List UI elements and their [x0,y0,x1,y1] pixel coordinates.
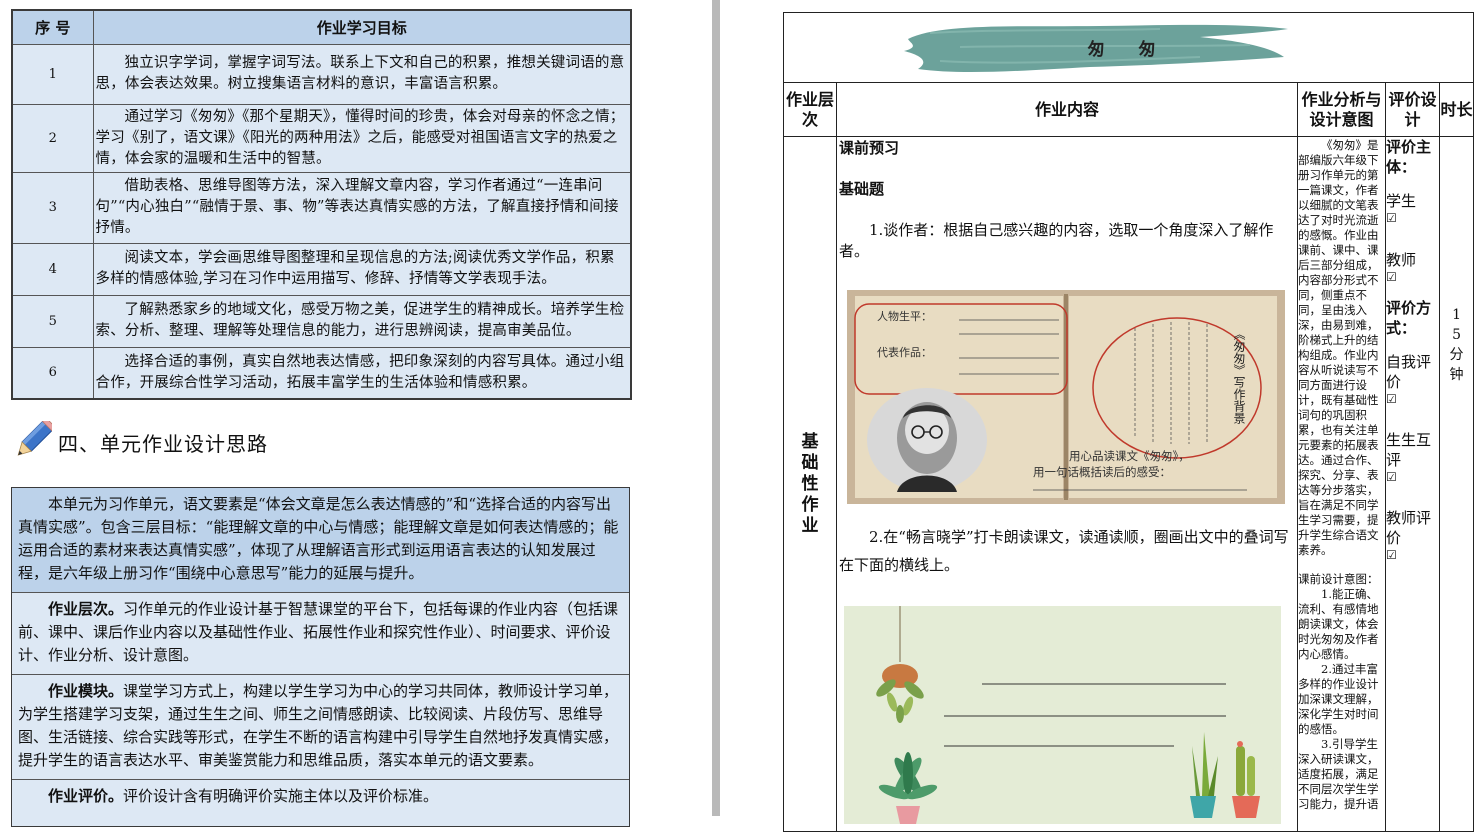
table-row: 5 了解熟悉家乡的地域文化，感受万物之美，促进学生的精神成长。培养学生检索、分析… [11,294,632,348]
question-2: 2.在“畅言晓学”打卡朗读课文，读通读顺，圈画出文中的叠词写在下面的横线上。 [839,528,1289,574]
pre-class-heading: 课前预习 [839,139,900,157]
modules-paragraph: 作业模块。课堂学习方式上，构建以学生学习为中心的学习共同体，教师设计学习单，为学… [12,675,629,780]
pencil-icon [17,421,52,456]
goal-text: 了解熟悉家乡的地域文化，感受万物之美，促进学生的精神成长。培养学生检索、分析、整… [92,294,632,348]
checkbox-icon[interactable]: ☑ [1386,548,1439,562]
row-number: 1 [11,43,94,105]
works-label: 代表作品： [877,345,932,359]
homework-design-table: 匆 匆 作业层次 作业内容 作业分析与设计意图 评价设计 时长 基 础 性 作 … [782,12,1475,832]
evaluator-teacher: 教师 [1386,251,1417,269]
table-row: 1 独立识字学词，掌握字词写法。联系上下文和自己的积累，推想关键词语的意思，体会… [11,43,632,105]
title-banner-cell: 匆 匆 [782,12,1475,83]
table-header-row: 作业层次 作业内容 作业分析与设计意图 评价设计 时长 [783,82,1475,137]
table-row: 2 通过学习《匆匆》《那个星期天》，懂得时间的珍贵，体会对母亲的怀念之情；学习《… [11,103,632,173]
intro-paragraph: 本单元为习作单元，语文要素是“体会文章是怎么表达情感的”和“选择合适的内容写出真… [12,488,629,593]
row-number: 6 [11,346,94,400]
levels-paragraph: 作业层次。习作单元的作业设计基于智慧课堂的平台下，包括每课的作业内容（包括课前、… [12,593,629,675]
levels-label: 作业层次。 [48,600,124,618]
row-number: 3 [11,171,94,244]
section-heading: 四、单元作业设计思路 [12,420,612,464]
intent-item-2: 2.通过丰富多样的作业设计加深课文理解，深化学生对时间的感悟。 [1298,662,1379,736]
evaluation-subject-label: 评价主体： [1386,138,1432,176]
prompt-line-2: 用一句话概括读后的感受： [1033,465,1171,479]
section-title: 四、单元作业设计思路 [58,431,268,456]
evaluation-cell: 评价主体： 学生 ☑ 教师 ☑ 评价方式： 自我评价 ☑ 生生互评 ☑ 教师评价… [1385,136,1440,832]
header-evaluation: 评价设计 [1385,82,1440,137]
intent-item-1: 1.能正确、流利、有感情地朗读课文，体会时光匆匆及作者内心感情。 [1298,587,1379,661]
goal-text: 选择合适的事例，真实自然地表达情感，把印象深刻的内容写具体。通过小组合作，开展综… [92,346,632,400]
row-number: 4 [11,242,94,296]
header-time: 时长 [1438,82,1475,137]
content-cell: 课前预习 基础题 1.谈作者：根据自己感兴趣的内容，选取一个角度深入了解作者。 … [836,136,1298,832]
right-document-page: 匆 匆 作业层次 作业内容 作业分析与设计意图 评价设计 时长 基 础 性 作 … [720,0,1483,832]
time-cell: 15分钟 [1438,136,1475,832]
analysis-cell: 《匆匆》是部编版六年级下册习作单元的第一篇课文，作者以细腻的文笔表达了对时光流逝… [1297,136,1386,832]
question-1: 1.谈作者：根据自己感兴趣的内容，选取一个角度深入了解作者。 [839,221,1274,260]
header-analysis: 作业分析与设计意图 [1297,82,1386,137]
level-char: 基 [801,431,819,452]
left-document-page: 序 号 作业学习目标 1 独立识字学词，掌握字词写法。联系上下文和自己的积累，推… [0,0,712,827]
table-row: 4 阅读文本，学会画思维导图整理和呈现信息的方法;阅读优秀文学作品，积累多样的情… [11,242,632,296]
table-row: 6 选择合适的事例，真实自然地表达情感，把印象深刻的内容写具体。通过小组合作，开… [11,346,632,400]
column-header-number: 序 号 [11,9,94,45]
method-self: 自我评价 [1386,353,1432,391]
header-level: 作业层次 [783,82,837,137]
evaluation-text: 评价设计含有明确评价实施主体以及评价标准。 [123,787,439,805]
evaluation-paragraph: 作业评价。评价设计含有明确评价实施主体以及评价标准。 [12,780,629,815]
goal-text: 独立识字学词，掌握字词写法。联系上下文和自己的积累，推想关键词语的意思，体会表达… [92,43,632,105]
evaluator-student: 学生 [1386,192,1417,210]
level-char: 性 [801,473,819,494]
background-circle-title: 《匆匆》写作背景 [1232,328,1246,424]
intent-item-3: 3.引导学生深入研读课文，适度拓展，满足不同层次学生学习能力，提升语 [1298,737,1379,811]
banner-title: 匆 匆 [1087,40,1170,60]
plant-writing-area-illustration [844,606,1281,824]
duration-text: 15分钟 [1449,307,1464,383]
level-char: 础 [801,452,819,473]
table-header-row: 序 号 作业学习目标 [11,9,632,45]
checkbox-icon[interactable]: ☑ [1386,470,1439,484]
column-header-goal: 作业学习目标 [92,9,632,45]
checkbox-icon[interactable]: ☑ [1386,392,1439,406]
header-content: 作业内容 [836,82,1298,137]
author-card-illustration: 人物生平： 代表作品： 《匆匆》写作背景 用心品读课文《匆匆》， 用一句话概括读… [847,290,1285,504]
goal-text: 借助表格、思维导图等方法，深入理解文章内容，学习作者通过“一连串问句”“内心独白… [92,171,632,244]
method-teacher: 教师评价 [1386,509,1432,547]
modules-label: 作业模块。 [48,682,124,700]
level-char: 业 [801,515,819,536]
goal-text: 阅读文本，学会画思维导图整理和呈现信息的方法;阅读优秀文学作品，积累多样的情感体… [92,242,632,296]
row-number: 2 [11,103,94,173]
prompt-line-1: 用心品读课文《匆匆》， [1069,449,1190,463]
analysis-paragraph: 《匆匆》是部编版六年级下册习作单元的第一篇课文，作者以细腻的文笔表达了对时光流逝… [1298,138,1379,557]
design-ideas-box: 本单元为习作单元，语文要素是“体会文章是怎么表达情感的”和“选择合适的内容写出真… [11,487,630,827]
goal-text: 通过学习《匆匆》《那个星期天》，懂得时间的珍贵，体会对母亲的怀念之情；学习《别了… [92,103,632,173]
level-cell: 基 础 性 作 业 [783,136,837,832]
row-number: 5 [11,294,94,348]
checkbox-icon[interactable]: ☑ [1386,270,1439,284]
evaluation-method-label: 评价方式： [1386,299,1432,337]
pre-class-intent-title: 课前设计意图： [1298,572,1379,586]
level-char: 作 [801,494,819,515]
table-row: 3 借助表格、思维导图等方法，深入理解文章内容，学习作者通过“一连串问句”“内心… [11,171,632,244]
method-peer: 生生互评 [1386,431,1432,469]
page-gutter [712,0,720,816]
basic-heading: 基础题 [839,180,885,198]
learning-goals-table: 序 号 作业学习目标 1 独立识字学词，掌握字词写法。联系上下文和自己的积累，推… [11,9,632,400]
life-label: 人物生平： [877,309,932,323]
evaluation-label: 作业评价。 [48,787,124,805]
checkbox-icon[interactable]: ☑ [1386,211,1439,225]
table-row: 基 础 性 作 业 课前预习 基础题 1.谈作者：根据自己感兴趣的内容，选取一个… [783,136,1475,832]
